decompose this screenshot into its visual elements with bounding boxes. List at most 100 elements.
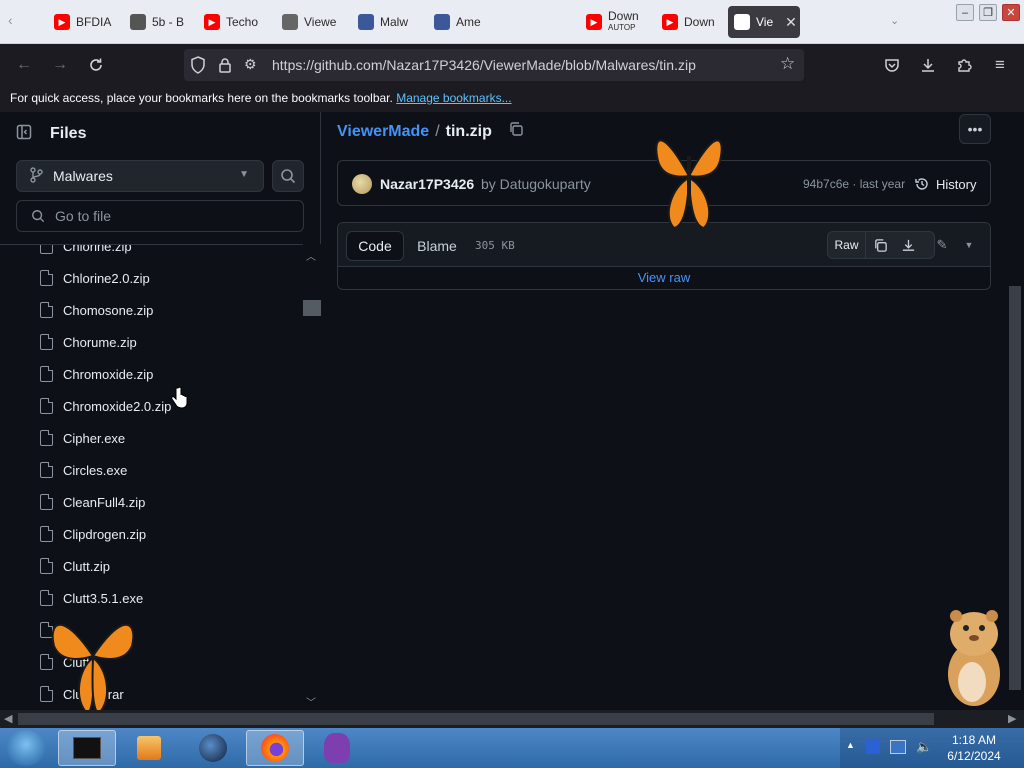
tray-volume-icon[interactable]: 🔈	[916, 739, 932, 755]
browser-tab[interactable]: Ame	[428, 6, 498, 38]
file-tree-list: Chlorine.zip Chlorine2.0.zip Chomosone.zip…	[0, 244, 303, 710]
file-name: Clutt.zip	[63, 558, 110, 574]
copy-raw-icon[interactable]	[866, 232, 894, 258]
breadcrumb-repo-link[interactable]: ViewerMade	[337, 123, 429, 141]
system-clock[interactable]: 1:18 AM 6/12/2024	[942, 732, 1006, 764]
back-icon[interactable]: ←	[12, 53, 36, 77]
commit-author-link[interactable]: Nazar17P3426	[380, 176, 474, 192]
tab-scroll-left-icon[interactable]: ‹	[8, 12, 13, 28]
taskbar-app-media-player[interactable]	[120, 730, 178, 766]
file-name: Chlorine2.0.zip	[63, 270, 150, 286]
file-icon	[40, 398, 53, 414]
restore-window-button[interactable]: ❐	[979, 4, 997, 21]
file-tree-item[interactable]: Chlorine.zip	[40, 245, 132, 258]
tracking-protection-shield-icon[interactable]	[190, 56, 206, 79]
raw-button[interactable]: Raw	[828, 232, 866, 258]
browser-tab[interactable]: ▶ Down AUTOP	[580, 6, 650, 38]
scroll-left-arrow-icon[interactable]: ◀	[4, 712, 12, 725]
commit-coauthor[interactable]: by Datugokuparty	[481, 176, 591, 192]
browser-tab[interactable]: Malw	[352, 6, 422, 38]
extensions-icon[interactable]	[952, 53, 976, 77]
file-name: Clipdrogen.zip	[63, 526, 147, 542]
browser-tab[interactable]: Viewe	[276, 6, 346, 38]
edit-dropdown-caret-icon[interactable]: ▼	[965, 240, 974, 250]
more-options-button[interactable]: •••	[959, 114, 991, 144]
file-tree-item[interactable]: Cipher.exe	[40, 426, 125, 450]
page-icon	[358, 14, 374, 30]
file-icon	[40, 270, 53, 286]
menu-hamburger-icon[interactable]: ≡	[988, 53, 1012, 77]
tray-network-icon[interactable]	[890, 740, 906, 754]
file-tree-item[interactable]: Chromoxide2.0.zip	[40, 394, 171, 418]
page-icon	[434, 14, 450, 30]
minimize-window-button[interactable]: –	[956, 4, 974, 21]
history-button[interactable]: History	[914, 173, 976, 195]
show-hidden-icons-icon[interactable]: ▲	[846, 740, 855, 750]
code-tab[interactable]: Code	[346, 231, 404, 261]
taskbar-app-globe[interactable]	[184, 730, 242, 766]
reload-icon[interactable]	[84, 53, 108, 77]
go-to-file-input[interactable]: Go to file	[16, 200, 304, 232]
git-branch-icon	[29, 166, 43, 186]
browser-tab[interactable]: ▶ Techo	[198, 6, 270, 38]
lock-icon[interactable]	[218, 57, 232, 78]
forward-icon[interactable]: →	[48, 53, 72, 77]
sidebar-title: Files	[50, 125, 87, 142]
browser-tab[interactable]: 5b - B	[124, 6, 192, 38]
bookmarks-toolbar: For quick access, place your bookmarks h…	[0, 86, 1024, 112]
caret-down-icon: ▼	[239, 169, 249, 180]
taskbar-app-firefox[interactable]	[246, 730, 304, 766]
downloads-icon[interactable]	[916, 53, 940, 77]
blame-tab[interactable]: Blame	[408, 231, 466, 261]
sidebar-scrollbar[interactable]: ︿ ﹀	[303, 244, 321, 710]
browser-tab-label: 5b - B	[152, 15, 185, 29]
tray-app-icon[interactable]	[866, 740, 880, 754]
close-tab-icon[interactable]: ✕	[785, 14, 797, 31]
manage-bookmarks-link[interactable]: Manage bookmarks...	[396, 91, 511, 105]
list-all-tabs-icon[interactable]: ⌄	[890, 14, 899, 27]
file-tree-item[interactable]: Chorume.zip	[40, 330, 137, 354]
address-bar[interactable]: ⚙ https://github.com/Nazar17P3426/Viewer…	[184, 49, 804, 81]
page-scroll-thumb[interactable]	[1009, 286, 1021, 690]
file-tree-item[interactable]: Chromoxide.zip	[40, 362, 153, 386]
browser-tab-label: Down	[684, 15, 715, 29]
browser-tab[interactable]: ▶ BFDIA	[48, 6, 118, 38]
taskbar-app-terminal[interactable]	[58, 730, 116, 766]
horizontal-scroll-thumb[interactable]	[18, 713, 934, 725]
file-tree-item[interactable]: Clipdrogen.zip	[40, 522, 146, 546]
commit-sha-time[interactable]: 94b7c6e · last year	[803, 177, 905, 191]
file-tree-item[interactable]: Chlorine2.0.zip	[40, 266, 150, 290]
url-text[interactable]: https://github.com/Nazar17P3426/ViewerMa…	[272, 57, 696, 73]
close-window-button[interactable]: ✕	[1002, 4, 1020, 21]
start-button[interactable]	[6, 730, 46, 766]
taskbar-app-bonzi[interactable]	[308, 730, 366, 766]
collapse-sidebar-icon[interactable]	[16, 124, 32, 145]
browser-tab-sublabel: AUTOP	[608, 23, 636, 32]
avatar[interactable]	[352, 174, 372, 194]
file-name: Chromoxide2.0.zip	[63, 398, 172, 414]
browser-tab[interactable]: ▶ Down	[656, 6, 722, 38]
scroll-up-arrow-icon[interactable]: ︿	[306, 248, 316, 263]
sidebar-scroll-thumb[interactable]	[303, 300, 321, 316]
permissions-icon[interactable]: ⚙	[244, 56, 257, 73]
pencil-icon[interactable]: ✎	[937, 237, 948, 253]
file-tree-item[interactable]: CleanFull4.zip	[40, 490, 145, 514]
view-raw-link[interactable]: View raw	[338, 267, 990, 289]
file-tree-item[interactable]: Chomosone.zip	[40, 298, 153, 322]
breadcrumb-filename: tin.zip	[445, 122, 492, 140]
pocket-icon[interactable]	[880, 53, 904, 77]
file-tree-item[interactable]: Circles.exe	[40, 458, 127, 482]
scroll-down-arrow-icon[interactable]: ﹀	[306, 694, 316, 709]
bookmark-star-icon[interactable]: ☆	[780, 54, 795, 74]
file-name: Chomosone.zip	[63, 302, 154, 318]
branch-selector[interactable]: Malwares ▼	[16, 160, 264, 192]
horizontal-scrollbar[interactable]: ◀ ▶	[0, 710, 1024, 728]
search-files-button[interactable]	[272, 160, 304, 192]
copy-path-icon[interactable]	[508, 121, 524, 142]
download-raw-icon[interactable]	[894, 232, 922, 258]
branch-name: Malwares	[53, 168, 113, 184]
scroll-right-arrow-icon[interactable]: ▶	[1008, 712, 1016, 725]
browser-tab[interactable]: Vie ✕	[728, 6, 800, 38]
page-scrollbar[interactable]	[1006, 112, 1024, 710]
file-tree-item[interactable]: Clutt.zip	[40, 554, 110, 578]
